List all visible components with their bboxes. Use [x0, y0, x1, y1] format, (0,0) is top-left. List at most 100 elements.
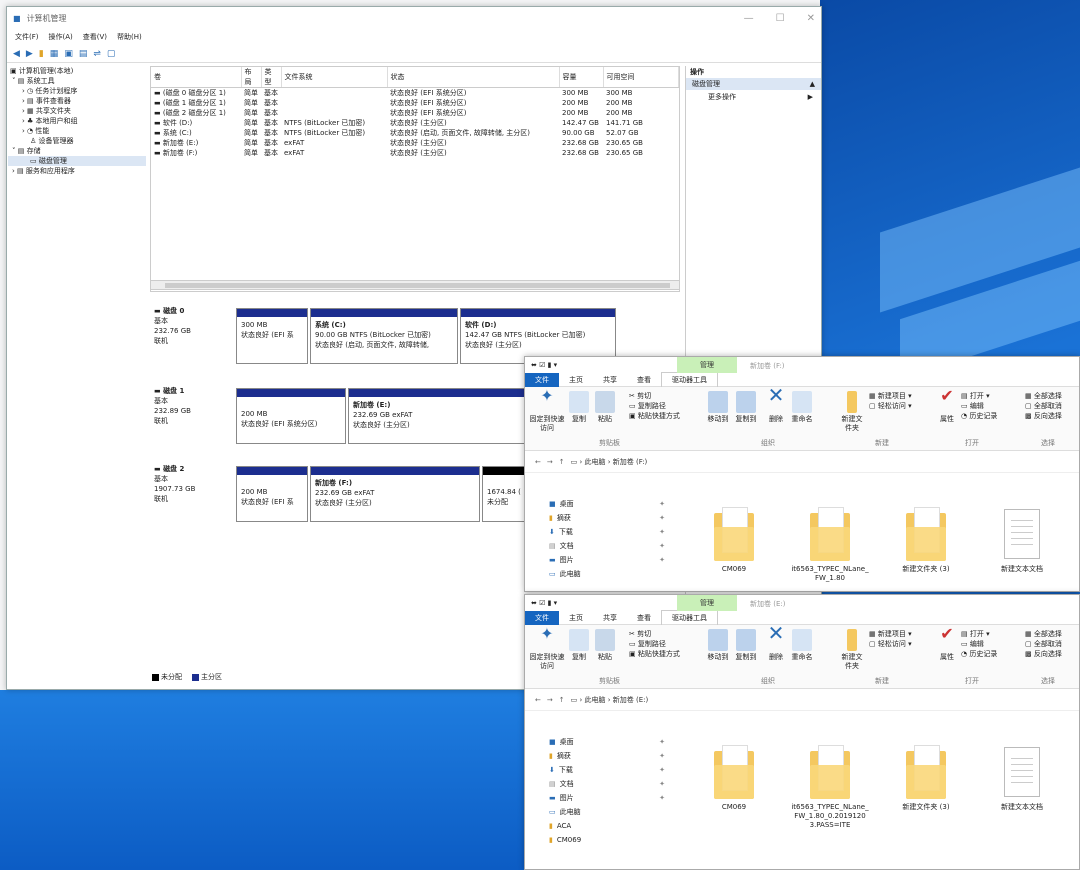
folder-icon[interactable]: ▮	[39, 49, 44, 59]
tree-item[interactable]: › ♣ 本地用户和组	[8, 116, 146, 126]
table-row[interactable]: ▬ 新加卷 (F:) 简单 基本 exFAT 状态良好 (主分区) 232.68…	[151, 148, 679, 158]
copy-button[interactable]: 复制	[569, 391, 589, 424]
paste-button[interactable]: 粘贴	[595, 391, 615, 424]
open-button[interactable]: ▤ 打开 ▾	[961, 391, 990, 401]
nav-item[interactable]: ▤ 文档 ✦	[525, 539, 675, 553]
tree-item-selected[interactable]: ▭ 磁盘管理	[8, 156, 146, 166]
props-icon[interactable]: ▢	[107, 49, 116, 59]
tab-home[interactable]: 主页	[559, 611, 593, 625]
move-to-button[interactable]: 移动到	[705, 629, 731, 662]
nav-item[interactable]: ▬ 图片 ✦	[525, 791, 675, 805]
rename-button[interactable]: 重命名	[789, 629, 815, 662]
tab-home[interactable]: 主页	[559, 373, 593, 387]
tab-drive-tools[interactable]: 驱动器工具	[661, 610, 718, 625]
edit-button[interactable]: ▭ 编辑	[961, 401, 984, 411]
paste-shortcut-button[interactable]: ▣ 粘贴快捷方式	[629, 649, 680, 659]
back-icon[interactable]: ◀	[13, 49, 20, 59]
easy-access-button[interactable]: ▢ 轻松访问 ▾	[869, 401, 912, 411]
nav-item[interactable]: ▤ 文档 ✦	[525, 777, 675, 791]
new-folder-button[interactable]: 新建文件夹	[839, 391, 865, 433]
column-header[interactable]: 类型	[261, 67, 282, 88]
nav-item[interactable]: ▮ 摘获 ✦	[525, 511, 675, 525]
close-button[interactable]: ✕	[807, 13, 815, 24]
tab-share[interactable]: 共享	[593, 373, 627, 387]
properties-button[interactable]: ✔ 属性	[937, 388, 957, 424]
folder-item[interactable]: CM069	[695, 507, 773, 583]
easy-access-button[interactable]: ▢ 轻松访问 ▾	[869, 639, 912, 649]
tree-item[interactable]: ▣ 计算机管理(本地)	[8, 66, 146, 76]
tree-item[interactable]: ♙ 设备管理器	[8, 136, 146, 146]
rescan-icon[interactable]: ⇌	[93, 49, 101, 59]
folder-item[interactable]: 新建文件夹 (3)	[887, 745, 965, 830]
delete-button[interactable]: ✕ 删除	[765, 623, 787, 662]
nav-item[interactable]: ■ 桌面 ✦	[525, 735, 675, 749]
tab-view[interactable]: 查看	[627, 611, 661, 625]
cut-button[interactable]: ✂ 剪切	[629, 629, 651, 639]
disk-label[interactable]: ▬ 磁盘 0 基本 232.76 GB 联机	[154, 306, 232, 346]
table-row[interactable]: ▬ 软件 (D:) 简单 基本 NTFS (BitLocker 已加密) 状态良…	[151, 118, 679, 128]
view-icon[interactable]: ▦	[50, 49, 59, 59]
manage-tab-header[interactable]: 管理	[677, 595, 737, 611]
new-folder-button[interactable]: 新建文件夹	[839, 629, 865, 671]
back-icon[interactable]: ←	[535, 458, 541, 466]
tree-item[interactable]: ˅ ▤ 存储	[8, 146, 146, 156]
select-none-button[interactable]: ▢ 全部取消	[1025, 639, 1062, 649]
quick-access-icon[interactable]: ⬌ ☑ ▮ ▾	[531, 599, 557, 607]
up-icon[interactable]: ↑	[559, 696, 565, 704]
copy-to-button[interactable]: 复制到	[733, 629, 759, 662]
forward-icon[interactable]: →	[547, 696, 553, 704]
copy-path-button[interactable]: ▭ 复制路径	[629, 639, 666, 649]
column-header[interactable]: 布局	[241, 67, 262, 88]
more-actions[interactable]: 更多操作 ▶	[686, 90, 821, 104]
delete-button[interactable]: ✕ 删除	[765, 385, 787, 424]
rename-button[interactable]: 重命名	[789, 391, 815, 424]
maximize-button[interactable]: ☐	[776, 13, 785, 24]
table-row[interactable]: ▬ 新加卷 (E:) 简单 基本 exFAT 状态良好 (主分区) 232.68…	[151, 138, 679, 148]
help-icon[interactable]: ▣	[64, 49, 73, 59]
tree-item[interactable]: › ▤ 事件查看器	[8, 96, 146, 106]
tree-item[interactable]: › ▤ 服务和应用程序	[8, 166, 146, 176]
column-header[interactable]: 文件系统	[281, 67, 388, 88]
invert-selection-button[interactable]: ▩ 反向选择	[1025, 411, 1062, 421]
forward-icon[interactable]: →	[547, 458, 553, 466]
partition[interactable]: 新加卷 (E:) 232.69 GB exFAT 状态良好 (主分区)	[348, 388, 548, 444]
partition[interactable]: 300 MB 状态良好 (EFI 系	[236, 308, 308, 364]
tree-item[interactable]: ˅ ▤ 系统工具	[8, 76, 146, 86]
nav-item[interactable]: ▭ 此电脑	[525, 567, 675, 581]
edit-button[interactable]: ▭ 编辑	[961, 639, 984, 649]
quick-access-icon[interactable]: ⬌ ☑ ▮ ▾	[531, 361, 557, 369]
column-header[interactable]: 卷	[151, 67, 242, 88]
scrollbar-thumb[interactable]	[165, 283, 670, 288]
nav-item[interactable]: ⬇ 下载 ✦	[525, 763, 675, 777]
invert-selection-button[interactable]: ▩ 反向选择	[1025, 649, 1062, 659]
address-bar[interactable]: ← → ↑ ▭ › 此电脑 › 新加卷 (E:)	[525, 689, 1079, 711]
column-header[interactable]: 可用空间	[603, 67, 679, 88]
table-row[interactable]: ▬ (磁盘 0 磁盘分区 1) 简单 基本 状态良好 (EFI 系统分区) 30…	[151, 88, 679, 99]
tree-item[interactable]: › ▦ 共享文件夹	[8, 106, 146, 116]
horizontal-scrollbar[interactable]	[150, 280, 680, 290]
table-row[interactable]: ▬ 系统 (C:) 简单 基本 NTFS (BitLocker 已加密) 状态良…	[151, 128, 679, 138]
copy-path-button[interactable]: ▭ 复制路径	[629, 401, 666, 411]
folder-item[interactable]: it6563_TYPEC_NLane_FW_1.80	[791, 507, 869, 583]
table-row[interactable]: ▬ (磁盘 1 磁盘分区 1) 简单 基本 状态良好 (EFI 系统分区) 20…	[151, 98, 679, 108]
tree-item[interactable]: › ◷ 任务计划程序	[8, 86, 146, 96]
partition[interactable]: 200 MB 状态良好 (EFI 系统分区)	[236, 388, 346, 444]
tab-file[interactable]: 文件	[525, 610, 559, 625]
nav-item[interactable]: ▮ 摘获 ✦	[525, 749, 675, 763]
copy-to-button[interactable]: 复制到	[733, 391, 759, 424]
column-header[interactable]: 状态	[387, 67, 560, 88]
list-icon[interactable]: ▤	[79, 49, 88, 59]
table-row[interactable]: ▬ (磁盘 2 磁盘分区 1) 简单 基本 状态良好 (EFI 系统分区) 20…	[151, 108, 679, 118]
pin-button[interactable]: ✦ 固定到快速访问	[529, 388, 565, 433]
forward-icon[interactable]: ▶	[26, 49, 33, 59]
partition[interactable]: 新加卷 (F:) 232.69 GB exFAT 状态良好 (主分区)	[310, 466, 480, 522]
address-bar[interactable]: ← → ↑ ▭ › 此电脑 › 新加卷 (F:)	[525, 451, 1079, 473]
properties-button[interactable]: ✔ 属性	[937, 626, 957, 662]
folder-item[interactable]: 新建文件夹 (3)	[887, 507, 965, 583]
tab-drive-tools[interactable]: 驱动器工具	[661, 372, 718, 387]
back-icon[interactable]: ←	[535, 696, 541, 704]
history-button[interactable]: ◔ 历史记录	[961, 411, 997, 421]
nav-item[interactable]: ⬇ 下载 ✦	[525, 525, 675, 539]
new-item-button[interactable]: ▦ 新建项目 ▾	[869, 391, 912, 401]
manage-tab-header[interactable]: 管理	[677, 357, 737, 373]
